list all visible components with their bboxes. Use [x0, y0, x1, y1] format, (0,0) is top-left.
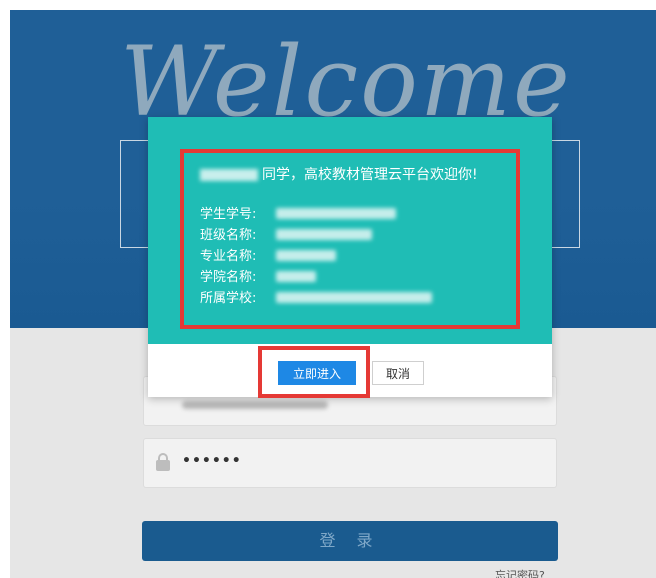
- student-name-redacted: [200, 169, 258, 181]
- info-row-class: 班级名称:: [200, 224, 372, 245]
- welcome-dialog: 同学，高校教材管理云平台欢迎你! 学生学号: 班级名称: 专业名称: 学院名称:…: [148, 117, 552, 398]
- username-value-redacted: [182, 401, 328, 409]
- redacted-value: [276, 292, 432, 303]
- student-info-list: 学生学号: 班级名称: 专业名称: 学院名称: 所属学校:: [200, 203, 432, 308]
- info-label: 所属学校:: [200, 291, 257, 306]
- dialog-body: 同学，高校教材管理云平台欢迎你! 学生学号: 班级名称: 专业名称: 学院名称:…: [148, 117, 552, 344]
- dialog-footer: 立即进入 取消: [148, 344, 552, 398]
- enter-now-button[interactable]: 立即进入: [278, 361, 356, 385]
- info-row-major: 专业名称:: [200, 245, 336, 266]
- welcome-title: Welcome: [120, 26, 572, 138]
- greeting-text: 同学，高校教材管理云平台欢迎你!: [262, 167, 478, 183]
- redacted-value: [276, 229, 372, 240]
- info-row-student-id: 学生学号:: [200, 203, 396, 224]
- redacted-value: [276, 250, 336, 261]
- cancel-button[interactable]: 取消: [372, 361, 424, 385]
- info-label: 专业名称:: [200, 249, 257, 264]
- info-row-school: 所属学校:: [200, 287, 432, 308]
- redacted-value: [276, 271, 316, 282]
- forgot-password-link[interactable]: 忘记密码?: [495, 567, 545, 578]
- info-label: 班级名称:: [200, 228, 257, 243]
- redacted-value: [276, 208, 396, 219]
- info-label: 学生学号:: [200, 207, 257, 222]
- login-button[interactable]: 登 录: [142, 521, 558, 561]
- info-row-college: 学院名称:: [200, 266, 316, 287]
- info-label: 学院名称:: [200, 270, 257, 285]
- password-field[interactable]: ••••••: [143, 438, 557, 488]
- lock-icon: [156, 453, 170, 471]
- greeting-line: 同学，高校教材管理云平台欢迎你!: [200, 164, 478, 184]
- password-mask: ••••••: [182, 453, 242, 469]
